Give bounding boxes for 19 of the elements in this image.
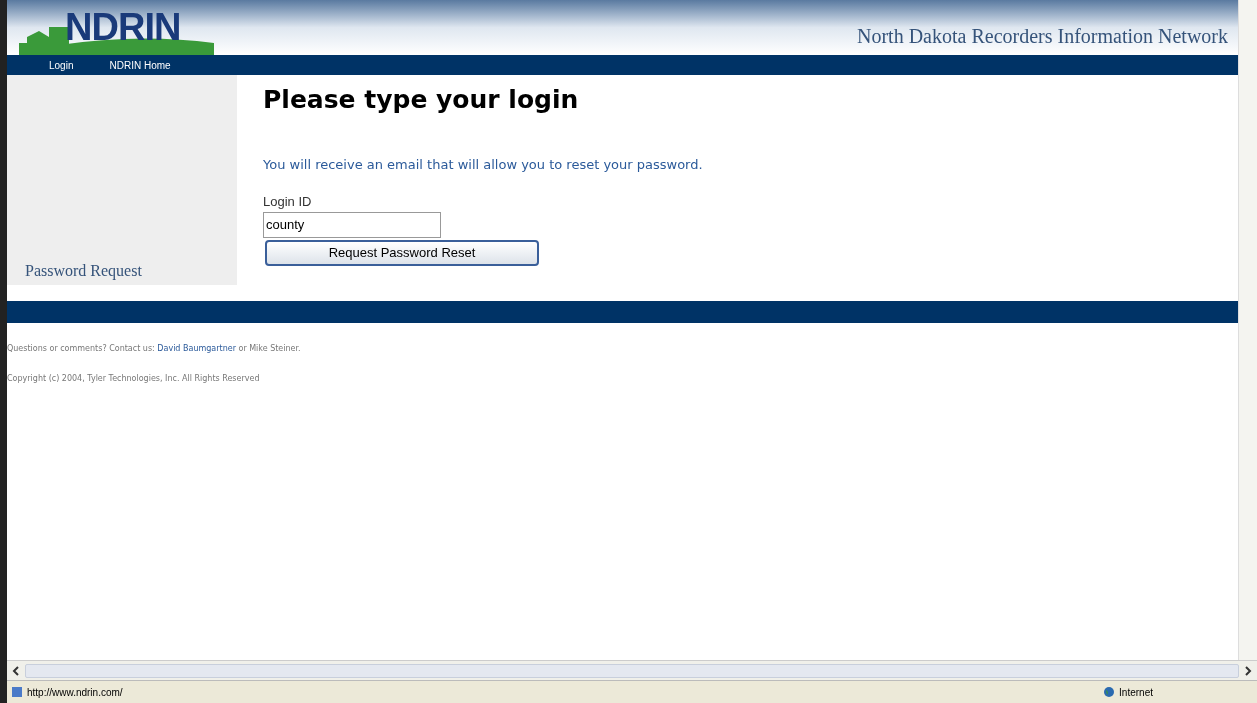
page-heading: Please type your login (263, 84, 580, 116)
logo-text: NDRIN (65, 7, 181, 47)
site-tagline: North Dakota Recorders Information Network (857, 24, 1228, 49)
zone-label: Internet (1119, 685, 1153, 700)
nav-link[interactable]: NDRIN Home (97, 57, 171, 73)
field-label: Login ID (263, 193, 313, 211)
contact-link[interactable]: David Baumgartner (157, 344, 236, 353)
sidebar-label: Password Request (25, 261, 142, 282)
nav-link[interactable]: Login (37, 57, 74, 73)
login-id-field[interactable]: county (263, 211, 441, 238)
globe-icon (1103, 686, 1116, 698)
scroll-left-icon[interactable] (12, 665, 20, 676)
info-text: You will receive an email that will allow you to reset your password. (263, 155, 703, 174)
copyright-text: Copyright (c) 2004, Tyler Technologies, Inc. All Rights Reserved (7, 373, 261, 385)
contact-text: Questions or comments? Contact us: David Baumgartner or Mike Steiner. (7, 343, 302, 355)
scroll-right-icon[interactable] (1244, 665, 1252, 676)
reset-button[interactable]: Request Password Reset (265, 239, 539, 266)
status-url: http://www.ndrin.com/ (27, 685, 123, 700)
page-icon (11, 686, 23, 698)
